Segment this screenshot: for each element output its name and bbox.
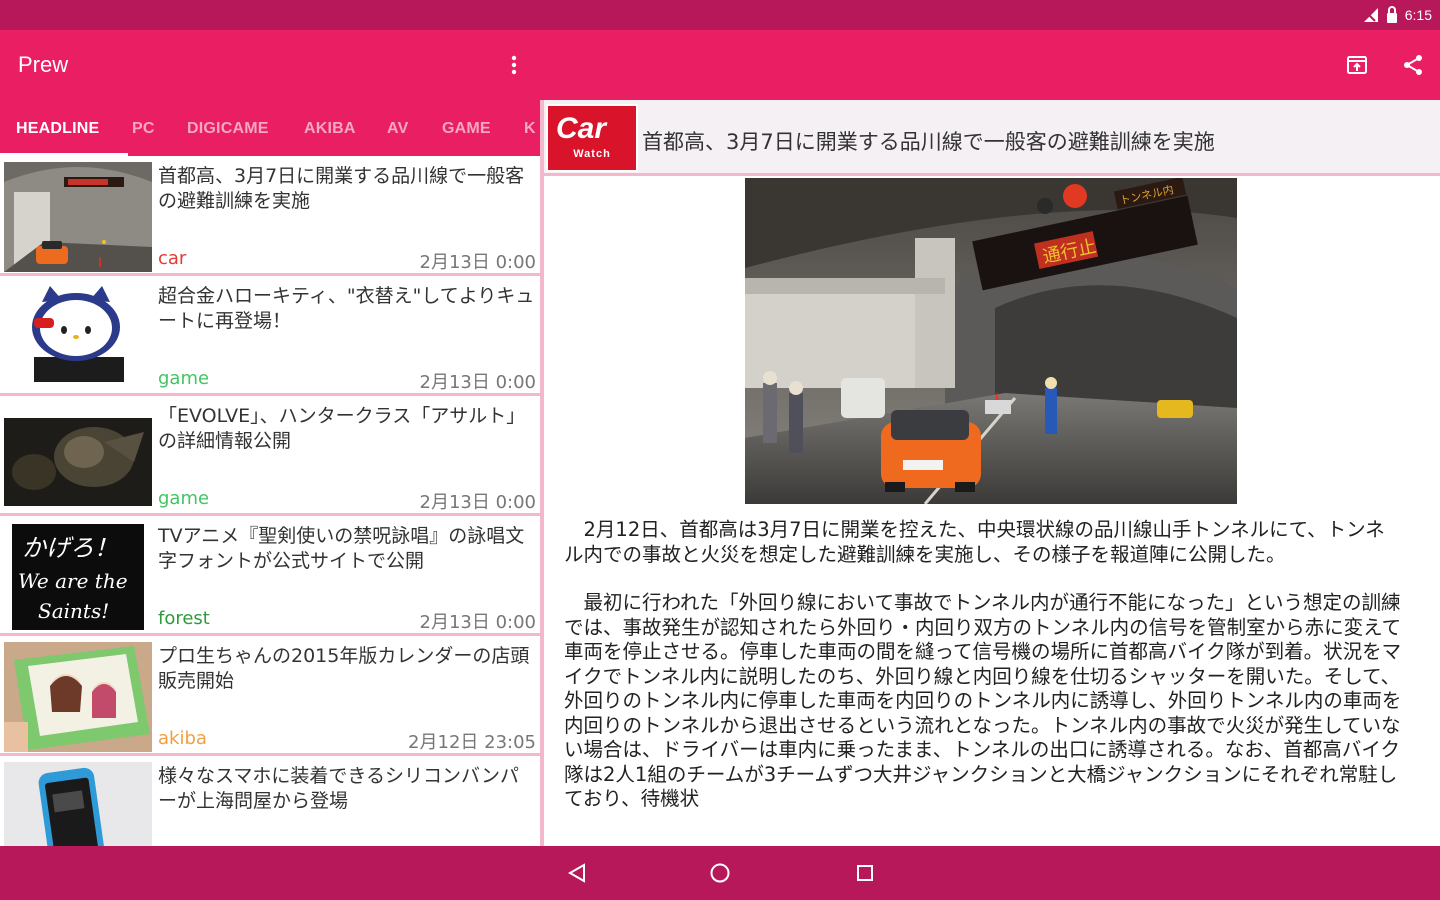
item-title: プロ生ちゃんの2015年版カレンダーの店頭販売開始 [158, 645, 530, 692]
list-item[interactable]: 「EVOLVE」、ハンタークラス「アサルト」の詳細情報公開 game 2月13日… [0, 396, 540, 516]
home-button[interactable] [705, 858, 735, 888]
item-source: forest [158, 608, 210, 629]
thumbnail-tunnel [4, 162, 152, 272]
item-title: 首都高、3月7日に開業する品川線で一般客の避難訓練を実施 [158, 165, 525, 212]
back-button[interactable] [562, 858, 592, 888]
navigation-bar [0, 846, 1440, 900]
item-source: akiba [158, 728, 207, 749]
item-date: 2月13日 0:00 [419, 252, 537, 273]
tab-k[interactable]: K [524, 120, 536, 138]
list-item[interactable]: 様々なスマホに装着できるシリコンバンパーが上海問屋から登場 [0, 756, 540, 846]
article-header: Car Watch 首都高、3月7日に開業する品川線で一般客の避難訓練を実施 [544, 100, 1440, 176]
category-tabs: HEADLINE PC DIGICAME AKIBA AV GAME K [0, 100, 540, 156]
recents-icon [857, 865, 873, 881]
status-icons: 6:15 [1361, 6, 1432, 24]
thumbnail-font: かげろ！ We are the Saints! [4, 522, 152, 632]
item-date: 2月13日 0:00 [419, 612, 537, 633]
article-detail[interactable]: Car Watch 首都高、3月7日に開業する品川線で一般客の避難訓練を実施 通… [544, 100, 1440, 846]
item-date: 2月13日 0:00 [419, 372, 537, 393]
item-title: 様々なスマホに装着できるシリコンバンパーが上海問屋から登場 [158, 765, 520, 812]
svg-text:We are the: We are the [18, 569, 128, 593]
article-hero-image: 通行止 トンネル内 [745, 178, 1237, 504]
recents-button[interactable] [850, 858, 880, 888]
thumbnail-calendar [4, 642, 152, 752]
item-title: 「EVOLVE」、ハンタークラス「アサルト」の詳細情報公開 [158, 405, 526, 452]
svg-text:かげろ！: かげろ！ [22, 534, 118, 562]
article-body: 2月12日、首都高は3月7日に開業を控えた、中央環状線の品川線山手トンネルにて、… [564, 518, 1402, 836]
overflow-menu-button[interactable] [500, 50, 528, 80]
article-paragraph: 2月12日、首都高は3月7日に開業を控えた、中央環状線の品川線山手トンネルにて、… [564, 518, 1385, 566]
item-source: car [158, 248, 187, 269]
item-source: game [158, 488, 210, 509]
article-paragraph: 最初に行われた「外回り線において事故でトンネル内が通行不能になった」という想定の… [564, 591, 1402, 810]
list-item[interactable]: 超合金ハローキティ、"衣替え"してよりキュートに再登場！ game 2月13日 … [0, 276, 540, 396]
tab-headline[interactable]: HEADLINE [16, 120, 99, 138]
share-icon [1404, 55, 1422, 75]
item-source: game [158, 368, 210, 389]
status-time: 6:15 [1404, 7, 1432, 23]
status-bar: 6:15 [0, 0, 1440, 30]
item-date: 2月12日 23:05 [408, 732, 536, 753]
thumbnail-evolve [4, 402, 152, 512]
tab-digicame[interactable]: DIGICAME [187, 120, 269, 138]
home-icon [710, 863, 730, 883]
app-bar-actions [1342, 50, 1428, 80]
list-item[interactable]: かげろ！ We are the Saints! TVアニメ『聖剣使いの禁呪詠唱』… [0, 516, 540, 636]
item-title: 超合金ハローキティ、"衣替え"してよりキュートに再登場！ [158, 285, 535, 332]
share-button[interactable] [1398, 50, 1428, 80]
signal-icon [1362, 8, 1378, 22]
svg-text:Saints!: Saints! [38, 599, 109, 623]
app-bar: Prew [0, 30, 1440, 100]
back-icon [567, 863, 585, 883]
thumbnail-hello-kitty [4, 282, 152, 392]
article-title: 首都高、3月7日に開業する品川線で一般客の避難訓練を実施 [642, 130, 1215, 154]
tab-av[interactable]: AV [387, 120, 408, 138]
open-in-browser-button[interactable] [1342, 50, 1372, 80]
tab-game[interactable]: GAME [442, 120, 491, 138]
car-watch-logo: Car Watch [546, 104, 638, 172]
thumbnail-phone [4, 762, 152, 846]
item-title: TVアニメ『聖剣使いの禁呪詠唱』の詠唱文字フォントが公式サイトで公開 [158, 525, 525, 572]
battery-lock-icon [1386, 6, 1397, 23]
list-item[interactable]: 首都高、3月7日に開業する品川線で一般客の避難訓練を実施 car 2月13日 0… [0, 156, 540, 276]
news-list[interactable]: 首都高、3月7日に開業する品川線で一般客の避難訓練を実施 car 2月13日 0… [0, 156, 540, 846]
more-vert-icon [511, 55, 517, 75]
list-item[interactable]: プロ生ちゃんの2015年版カレンダーの店頭販売開始 akiba 2月12日 23… [0, 636, 540, 756]
tab-pc[interactable]: PC [132, 120, 155, 138]
tab-akiba[interactable]: AKIBA [304, 120, 356, 138]
app-title: Prew [18, 52, 69, 77]
open-in-browser-icon [1347, 56, 1367, 74]
item-date: 2月13日 0:00 [419, 492, 537, 513]
